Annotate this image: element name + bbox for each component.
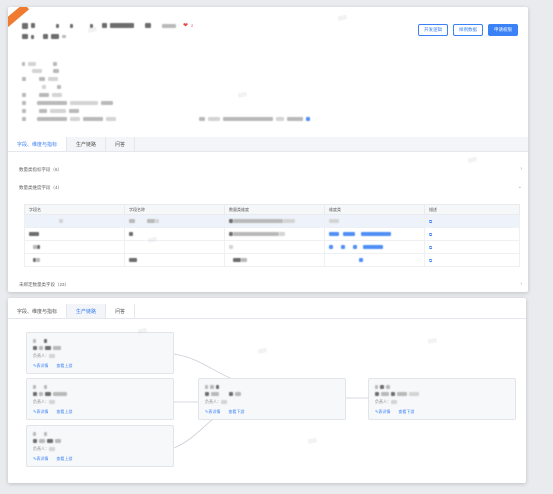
tab-bar: 字段、维度与指标 生产链路 问答	[8, 137, 528, 152]
link-icon[interactable]: ⧉	[429, 258, 432, 263]
owner-label: 负责人：	[205, 399, 221, 404]
view-downstream-link[interactable]: 查看下游	[228, 409, 244, 415]
lineage-panel: 字段、维度与指标 生产链路 问答 负责人： ✎表详情 查看上游 负责人： ✎表详…	[8, 298, 526, 483]
watermark: ▒▒▒	[87, 26, 97, 33]
table-detail-panel: ❤ 2 开发逻辑 样例数据 申请权限 字段、维度与指标 生产链路 问答 数量类指…	[8, 7, 528, 292]
meta-line	[22, 69, 59, 73]
lineage-node[interactable]: 负责人： ✎表详情 查看下游	[368, 378, 516, 420]
view-upstream-link[interactable]: 查看上游	[56, 456, 72, 462]
dimension-fields-table: 字段名 字段名称 数量类维度 维度类 描述 ⧉ ⧉ ⧉ ⧉	[24, 204, 520, 267]
watermark: ▒▒▒	[337, 14, 347, 21]
link-icon[interactable]: ⧉	[429, 219, 432, 224]
meta-line	[22, 93, 62, 97]
meta-line	[22, 62, 57, 66]
meta-line	[22, 109, 79, 113]
subtitle	[22, 34, 66, 39]
meta-line	[22, 101, 113, 105]
unused-section-header[interactable]: 未绑定数量类字段（23）	[19, 282, 69, 288]
table-row[interactable]: ⧉	[24, 214, 520, 228]
meta-line	[22, 85, 61, 89]
watermark: ▒▒▒	[467, 156, 477, 163]
table-detail-link[interactable]: ✎表详情	[205, 409, 220, 415]
table-row[interactable]: ⧉	[24, 253, 520, 267]
owner-label: 负责人：	[33, 446, 49, 451]
table-row[interactable]: ⧉	[24, 227, 520, 241]
column-header: 字段名	[24, 204, 125, 215]
dimensions-section-header[interactable]: 数量类维度字段（4）	[19, 185, 62, 191]
chevron-right-icon[interactable]: ›	[520, 281, 522, 287]
apply-permission-button[interactable]: 申请权限	[488, 24, 518, 36]
favorite-count: 2	[191, 23, 194, 28]
owner-label: 负责人：	[33, 353, 49, 358]
link-icon[interactable]: ⧉	[429, 232, 432, 237]
column-header: 维度类	[324, 204, 425, 215]
table-detail-link[interactable]: ✎表详情	[33, 456, 48, 462]
lineage-node[interactable]: 负责人： ✎表详情 查看上游	[26, 378, 174, 420]
page-title: ❤ 2	[22, 22, 193, 29]
chevron-right-icon[interactable]: ›	[520, 166, 522, 172]
tab-fields[interactable]: 字段、维度与指标	[8, 137, 68, 151]
table-row[interactable]: ⧉	[24, 240, 520, 254]
chevron-down-icon[interactable]: ⌄	[518, 184, 522, 190]
table-detail-link[interactable]: ✎表详情	[375, 409, 390, 415]
lineage-node-current[interactable]: 负责人： ✎表详情 查看下游	[198, 378, 346, 420]
metrics-section-header[interactable]: 数量类指标字段（6）	[19, 167, 62, 173]
view-downstream-link[interactable]: 查看下游	[398, 409, 414, 415]
column-header: 数量类维度	[224, 204, 325, 215]
lineage-node[interactable]: 负责人： ✎表详情 查看上游	[26, 332, 174, 374]
table-detail-link[interactable]: ✎表详情	[33, 363, 48, 369]
watermark: ▒▒▒	[237, 91, 247, 98]
meta-line	[22, 77, 58, 81]
column-header: 字段名称	[124, 204, 225, 215]
link-icon[interactable]: ⧉	[429, 245, 432, 250]
column-header: 描述	[424, 204, 520, 215]
view-upstream-link[interactable]: 查看上游	[56, 409, 72, 415]
lineage-node[interactable]: 负责人： ✎表详情 查看上游	[26, 425, 174, 467]
table-detail-link[interactable]: ✎表详情	[33, 409, 48, 415]
tab-lineage[interactable]: 生产链路	[67, 137, 107, 151]
meta-line	[22, 117, 310, 121]
owner-label: 负责人：	[375, 399, 391, 404]
owner-label: 负责人：	[33, 399, 49, 404]
view-upstream-link[interactable]: 查看上游	[56, 363, 72, 369]
heart-icon[interactable]: ❤	[183, 22, 188, 29]
dev-logic-button[interactable]: 开发逻辑	[418, 24, 448, 36]
tab-qa[interactable]: 问答	[106, 137, 136, 151]
sample-data-button[interactable]: 样例数据	[453, 24, 483, 36]
